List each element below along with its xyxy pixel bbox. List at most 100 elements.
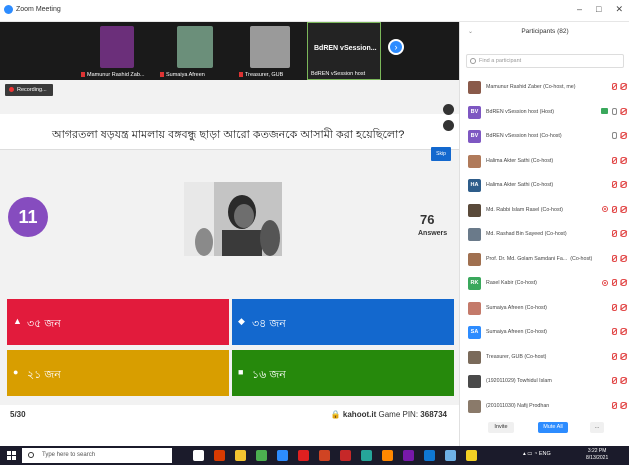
office-icon[interactable] [214,450,225,461]
skip-button[interactable]: Skip [431,147,451,161]
video-off-icon[interactable] [619,230,627,237]
pin-value: 368734 [420,410,447,419]
participant-row[interactable]: SA Sumaiya Afreen (Co-host) [460,321,629,346]
participant-row[interactable]: (201011030) Nafij Prodhan [460,395,629,420]
avatar: BV [468,105,481,119]
invite-button[interactable]: Invite [488,422,514,433]
avatar [468,375,481,388]
mic-muted-icon[interactable] [611,83,617,90]
video-tile[interactable]: Sumaiya Afreen [157,22,235,80]
participant-name: Md. Rabbi Islam Rasel (Co-host) [486,207,604,213]
answer-option-red[interactable]: ▲ ৩৫ জন [7,299,229,345]
mic-muted-icon[interactable] [611,377,617,384]
participant-row[interactable]: Md. Rabbi Islam Rasel (Co-host) [460,199,629,224]
mic-muted-icon[interactable] [611,401,617,409]
participant-name-text: Sumaiya Afreen (Co-host) [486,329,547,335]
taskbar-clock[interactable]: 3:22 PM 8/13/2021 [586,448,608,462]
mic-muted-icon[interactable] [611,230,617,237]
video-off-icon[interactable] [619,132,627,139]
tile-name: Sumaiya Afreen [166,72,205,78]
next-page-arrow-icon[interactable]: › [388,39,404,55]
paint-icon[interactable] [361,450,372,461]
network-icon[interactable]: ▴ ▭ ◔ [523,451,539,457]
windows-start-icon[interactable] [7,451,16,460]
mic-muted-icon[interactable] [611,279,617,286]
share-control-icon[interactable] [443,120,454,131]
minimize-button[interactable]: – [577,4,582,15]
participant-row[interactable]: Treasurer, GUB (Co-host) [460,346,629,371]
mic-icon[interactable] [611,132,617,139]
zoom-icon[interactable] [277,450,288,461]
mic-muted-icon[interactable] [611,254,617,262]
taskbar-search-placeholder: Type here to search [42,452,96,458]
tile-name: Treasurer, GUB [245,72,284,78]
sticky-notes-icon[interactable] [466,450,477,461]
share-control-icon[interactable] [443,104,454,115]
close-button[interactable]: ✕ [615,4,623,15]
mic-muted-icon[interactable] [611,352,617,360]
taskbar-search-input[interactable]: Type here to search [22,448,172,463]
maximize-button[interactable]: □ [596,4,601,15]
participant-row[interactable]: Halima Akter Sathi (Co-host) [460,150,629,175]
mic-muted-icon[interactable] [611,181,617,188]
participant-list: Mamunur Rashid Zaber (Co-host, me) BV BdRE… [460,76,629,419]
clock-time: 3:22 PM [587,448,607,454]
mic-icon[interactable] [611,107,617,115]
onenote-icon[interactable] [403,450,414,461]
participant-row[interactable]: RK Rasel Kabir (Co-host) [460,272,629,297]
recording-indicator[interactable]: Recording... [5,84,53,96]
window-titlebar: Zoom Meeting – □ ✕ [0,0,629,22]
notepad-icon[interactable] [445,450,456,461]
chrome-icon[interactable] [256,450,267,461]
video-off-icon[interactable] [619,156,627,164]
participant-name: Halima Akter Sathi (Co-host) [486,158,604,164]
acrobat-icon[interactable] [298,450,309,461]
chevron-down-icon[interactable]: ⌄ [468,28,473,35]
video-off-icon[interactable] [619,352,627,360]
mic-muted-icon[interactable] [611,303,617,311]
app-red-icon[interactable] [340,450,351,461]
pin-label: Game PIN: [378,410,419,419]
video-off-icon[interactable] [619,181,627,188]
vlc-icon[interactable] [382,450,393,461]
participant-name-text: Halima Akter Sathi (Co-host) [486,182,554,188]
task-view-icon[interactable] [193,450,204,461]
mic-muted-icon[interactable] [611,328,617,335]
more-options-button[interactable]: ... [590,422,604,433]
video-off-icon[interactable] [619,254,627,262]
video-off-icon[interactable] [619,205,627,213]
video-tile[interactable]: Mamunur Rashid Zab... [78,22,156,80]
video-off-icon[interactable] [619,83,627,90]
participant-name-text: Rasel Kabir (Co-host) [486,280,537,286]
video-off-icon[interactable] [619,377,627,384]
participant-row[interactable]: Mamunur Rashid Zaber (Co-host, me) [460,76,629,101]
video-off-icon[interactable] [619,401,627,409]
answer-option-blue[interactable]: ◆ ৩৪ জন [232,299,454,345]
video-tile[interactable]: Treasurer, GUB [236,22,306,80]
edge-icon[interactable] [424,450,435,461]
participant-search-input[interactable]: Find a participant [466,54,624,68]
participant-name-text: (192011029) Towhidul Islam [486,378,552,384]
answer-option-yellow[interactable]: ● ২১ জন [7,350,229,396]
video-off-icon[interactable] [619,328,627,335]
powerpoint-icon[interactable] [319,450,330,461]
video-off-icon[interactable] [619,107,627,115]
participant-name: Sumaiya Afreen (Co-host) [486,329,604,335]
participant-name-text: Md. Rashad Bin Sayeed (Co-host) [486,231,567,237]
mic-muted-icon[interactable] [611,205,617,213]
participant-row[interactable]: Sumaiya Afreen (Co-host) [460,297,629,322]
file-explorer-icon[interactable] [235,450,246,461]
participant-row[interactable]: HA Halima Akter Sathi (Co-host) [460,174,629,199]
participant-row[interactable]: BV BdREN vSession host (Co-host) [460,125,629,150]
video-tile-active[interactable]: BdREN vSession... BdREN vSession host [307,22,381,80]
video-off-icon[interactable] [619,303,627,311]
participant-row[interactable]: (192011029) Towhidul Islam [460,370,629,395]
mute-all-button[interactable]: Mute All [538,422,568,433]
participant-row[interactable]: Md. Rashad Bin Sayeed (Co-host) [460,223,629,248]
answer-option-green[interactable]: ■ ১৬ জন [232,350,454,396]
video-off-icon[interactable] [619,279,627,286]
language-indicator[interactable]: ENG [539,451,551,457]
mic-muted-icon[interactable] [611,156,617,164]
participant-row[interactable]: Prof. Dr. Md. Golam Samdani Fa... (Co-hos… [460,248,629,273]
participant-row[interactable]: BV BdREN vSession host (Host) [460,101,629,126]
